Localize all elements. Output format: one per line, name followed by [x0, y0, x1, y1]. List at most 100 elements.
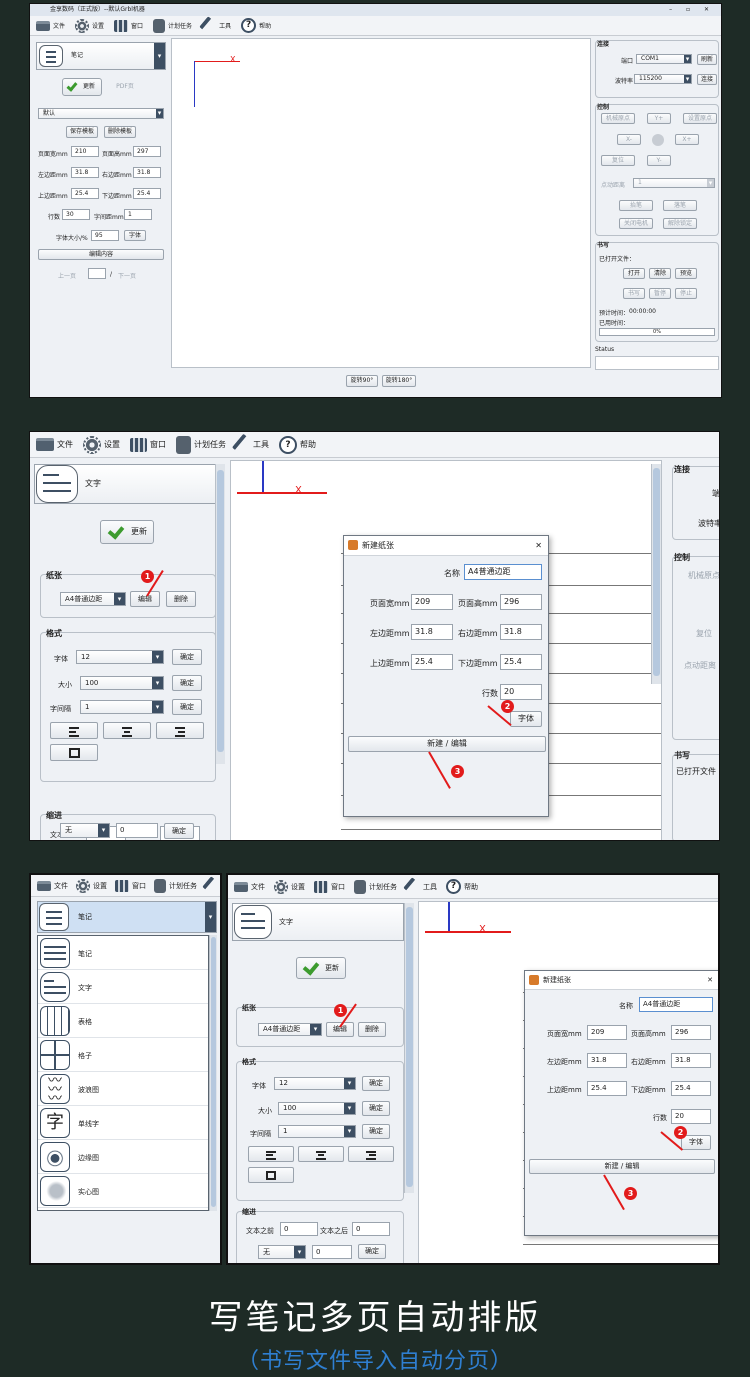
font-ok-button[interactable]: 确定 — [362, 1076, 390, 1091]
font-select[interactable]: 12 ▾ — [76, 650, 164, 664]
gap-ok-button[interactable]: 确定 — [362, 1124, 390, 1139]
menu-settings[interactable]: 设置 — [76, 878, 107, 893]
list-item[interactable]: 字 单线字 — [38, 1106, 208, 1140]
close-motor-button[interactable]: 关闭电机 — [619, 218, 653, 229]
gap-ok-button[interactable]: 确定 — [172, 699, 202, 715]
menu-tools[interactable]: 工具 — [231, 433, 269, 456]
menu-settings[interactable]: 设置 — [75, 18, 104, 33]
top-margin-field[interactable]: 25.4 — [411, 654, 453, 670]
edit-content-button[interactable]: 编辑内容 — [38, 249, 164, 260]
align-left-button[interactable] — [248, 1146, 294, 1162]
right-margin-field[interactable]: 31.8 — [133, 167, 161, 178]
menu-plan[interactable]: 计划任务 — [154, 878, 197, 893]
size-select[interactable]: 100 ▾ — [80, 676, 164, 690]
preview-button[interactable]: 预览 — [675, 268, 697, 279]
canvas-scrollbar[interactable] — [651, 464, 661, 684]
delete-template-button[interactable]: 删除模板 — [104, 126, 136, 138]
indent-type-select[interactable]: 无 ▾ — [60, 823, 110, 838]
paper-select[interactable]: A4普通边距 ▾ — [258, 1023, 322, 1036]
indent-value-field[interactable]: 0 — [116, 823, 158, 838]
list-item[interactable]: 〰〰〰 波浪图 — [38, 1072, 208, 1106]
indent-value-field[interactable]: 0 — [312, 1245, 352, 1259]
pause-button[interactable]: 暂停 — [649, 288, 671, 299]
create-edit-button[interactable]: 新建 / 编辑 — [348, 736, 546, 752]
rotate-90-button[interactable]: 旋转90° — [346, 375, 378, 387]
right-margin-field[interactable]: 31.8 — [500, 624, 542, 640]
list-item[interactable]: 文字 — [38, 970, 208, 1004]
size-ok-button[interactable]: 确定 — [362, 1101, 390, 1116]
page-height-field[interactable]: 297 — [133, 146, 161, 157]
menu-window[interactable]: 窗口 — [314, 880, 345, 893]
bottom-margin-field[interactable]: 25.4 — [133, 188, 161, 199]
menu-file[interactable]: 文件 — [37, 880, 68, 891]
set-origin-button[interactable]: 设置原点 — [683, 113, 717, 124]
menu-window[interactable]: 窗口 — [114, 19, 143, 32]
baud-select[interactable]: 115200 ▾ — [634, 74, 692, 84]
align-left-button[interactable] — [50, 722, 98, 739]
font-button[interactable]: 字体 — [681, 1135, 711, 1150]
bottom-margin-field[interactable]: 25.4 — [671, 1081, 711, 1096]
pdf-page-button[interactable]: PDF页 — [108, 81, 142, 94]
gap-select[interactable]: 1 ▾ — [278, 1125, 356, 1138]
list-item[interactable]: 表格 — [38, 1004, 208, 1038]
list-item[interactable]: 格子 — [38, 1038, 208, 1072]
pen-up-button[interactable]: 抬笔 — [619, 200, 653, 211]
template-select[interactable]: 默认 ▾ — [38, 108, 164, 119]
menu-tools[interactable] — [202, 875, 220, 896]
gap-select[interactable]: 1 ▾ — [80, 700, 164, 714]
stop-button[interactable]: 停止 — [675, 288, 697, 299]
list-item[interactable]: 笔记 — [38, 936, 208, 970]
font-select[interactable]: 12 ▾ — [274, 1077, 356, 1090]
rows-field[interactable]: 20 — [500, 684, 542, 700]
list-item[interactable]: 实心图 — [38, 1174, 208, 1208]
indent-ok-button[interactable]: 确定 — [164, 823, 194, 839]
delete-paper-button[interactable]: 删除 — [166, 591, 196, 607]
menu-file[interactable]: 文件 — [36, 20, 65, 31]
close-icon[interactable]: ✕ — [535, 536, 542, 556]
name-field[interactable]: A4普通边距 — [464, 564, 542, 580]
vertical-text-button[interactable] — [50, 744, 98, 761]
rows-field[interactable]: 20 — [671, 1109, 711, 1124]
machine-origin-button[interactable]: 机械原点 — [688, 570, 719, 581]
next-page-button[interactable]: 下一页 — [118, 271, 136, 280]
left-panel-scrollbar[interactable] — [404, 903, 414, 1193]
write-button[interactable]: 书写 — [623, 288, 645, 299]
menu-plan[interactable]: 计划任务 — [176, 435, 226, 454]
x-plus-button[interactable]: X+ — [675, 134, 699, 145]
font-button[interactable]: 字体 — [510, 711, 542, 727]
font-size-field[interactable]: 95 — [91, 230, 119, 241]
menu-file[interactable]: 文件 — [36, 438, 73, 451]
open-button[interactable]: 打开 — [623, 268, 645, 279]
window-controls[interactable]: – ▫ ✕ — [669, 4, 715, 16]
align-center-button[interactable] — [298, 1146, 344, 1162]
menu-tools[interactable]: 工具 — [199, 15, 231, 36]
update-button[interactable]: 更新 — [100, 520, 154, 544]
name-field[interactable]: A4普通边距 — [639, 997, 713, 1012]
jog-distance-select[interactable]: 1 ▾ — [633, 178, 715, 188]
edit-paper-button[interactable]: 编辑 — [130, 591, 160, 607]
list-item[interactable]: 边缘图 — [38, 1140, 208, 1174]
vertical-text-button[interactable] — [248, 1167, 294, 1183]
indent-type-select[interactable]: 无 ▾ — [258, 1245, 306, 1259]
left-margin-field[interactable]: 31.8 — [587, 1053, 627, 1068]
prev-page-button[interactable]: 上一页 — [58, 271, 76, 280]
top-margin-field[interactable]: 25.4 — [71, 188, 99, 199]
menu-tools[interactable]: 工具 — [403, 876, 437, 897]
bottom-margin-field[interactable]: 25.4 — [500, 654, 542, 670]
menu-file[interactable]: 文件 — [234, 881, 265, 892]
left-margin-field[interactable]: 31.8 — [71, 167, 99, 178]
port-select[interactable]: COM1 ▾ — [636, 54, 692, 64]
rotate-180-button[interactable]: 旋转180° — [382, 375, 416, 387]
rows-field[interactable]: 30 — [62, 209, 90, 220]
pen-down-button[interactable]: 落笔 — [663, 200, 697, 211]
y-minus-button[interactable]: Y- — [647, 155, 671, 166]
indent-ok-button[interactable]: 确定 — [358, 1244, 386, 1259]
page-width-field[interactable]: 209 — [411, 594, 453, 610]
update-button[interactable]: 更新 — [296, 957, 346, 979]
menu-settings[interactable]: 设置 — [83, 435, 120, 454]
size-select[interactable]: 100 ▾ — [278, 1102, 356, 1115]
left-margin-field[interactable]: 31.8 — [411, 624, 453, 640]
home-dot-icon[interactable] — [652, 134, 664, 146]
update-button[interactable]: 更新 — [62, 78, 102, 96]
align-right-button[interactable] — [156, 722, 204, 739]
